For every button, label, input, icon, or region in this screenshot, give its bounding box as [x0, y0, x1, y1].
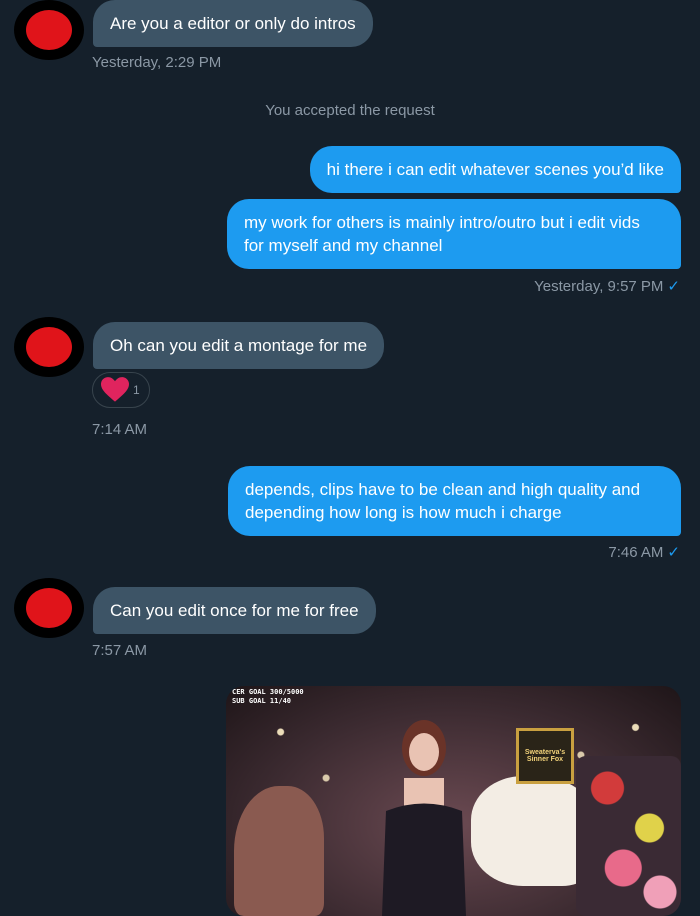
- heart-icon: [101, 377, 129, 402]
- avatar[interactable]: [14, 317, 84, 377]
- avatar-dot: [26, 327, 72, 367]
- message-bubble-incoming[interactable]: Oh can you edit a montage for me: [93, 322, 385, 369]
- reaction-badge[interactable]: 1: [92, 372, 150, 408]
- timestamp-text: Yesterday, 9:57 PM: [534, 278, 664, 295]
- plush-toys: [576, 756, 681, 916]
- message-bubble-incoming[interactable]: Can you edit once for me for free: [93, 587, 376, 634]
- read-check-icon: ✓: [667, 544, 680, 561]
- wall-sign: Sweaterva's Sinner Fox: [516, 728, 574, 784]
- image-attachment[interactable]: Sweaterva's Sinner Fox CER GOAL 300/5000…: [226, 686, 681, 916]
- avatar-dot: [26, 588, 72, 628]
- message-bubble-outgoing[interactable]: my work for others is mainly intro/outro…: [227, 199, 681, 269]
- person-figure: [382, 720, 466, 916]
- message-timestamp: 7:14 AM: [92, 421, 148, 438]
- reaction-count: 1: [133, 383, 140, 397]
- timestamp-text: 7:46 AM: [608, 544, 664, 561]
- message-timestamp: 7:46 AM ✓: [608, 543, 680, 561]
- message-bubble-outgoing[interactable]: depends, clips have to be clean and high…: [228, 466, 681, 536]
- message-bubble-incoming[interactable]: Are you a editor or only do intros: [93, 0, 373, 47]
- avatar-dot: [26, 10, 72, 50]
- overlay-line: SUB GOAL 11/40: [232, 697, 292, 705]
- stream-overlay: CER GOAL 300/5000 SUB GOAL 11/40: [232, 688, 304, 706]
- avatar[interactable]: [14, 578, 84, 638]
- system-notice: You accepted the request: [265, 102, 435, 119]
- read-check-icon: ✓: [667, 278, 680, 295]
- message-timestamp: Yesterday, 9:57 PM ✓: [534, 277, 680, 295]
- message-timestamp: Yesterday, 2:29 PM: [92, 54, 222, 71]
- avatar[interactable]: [14, 0, 84, 60]
- message-timestamp: 7:57 AM: [92, 642, 148, 659]
- chair-shape: [234, 786, 324, 916]
- overlay-line: CER GOAL 300/5000: [232, 688, 304, 696]
- message-bubble-outgoing[interactable]: hi there i can edit whatever scenes you’…: [309, 146, 681, 193]
